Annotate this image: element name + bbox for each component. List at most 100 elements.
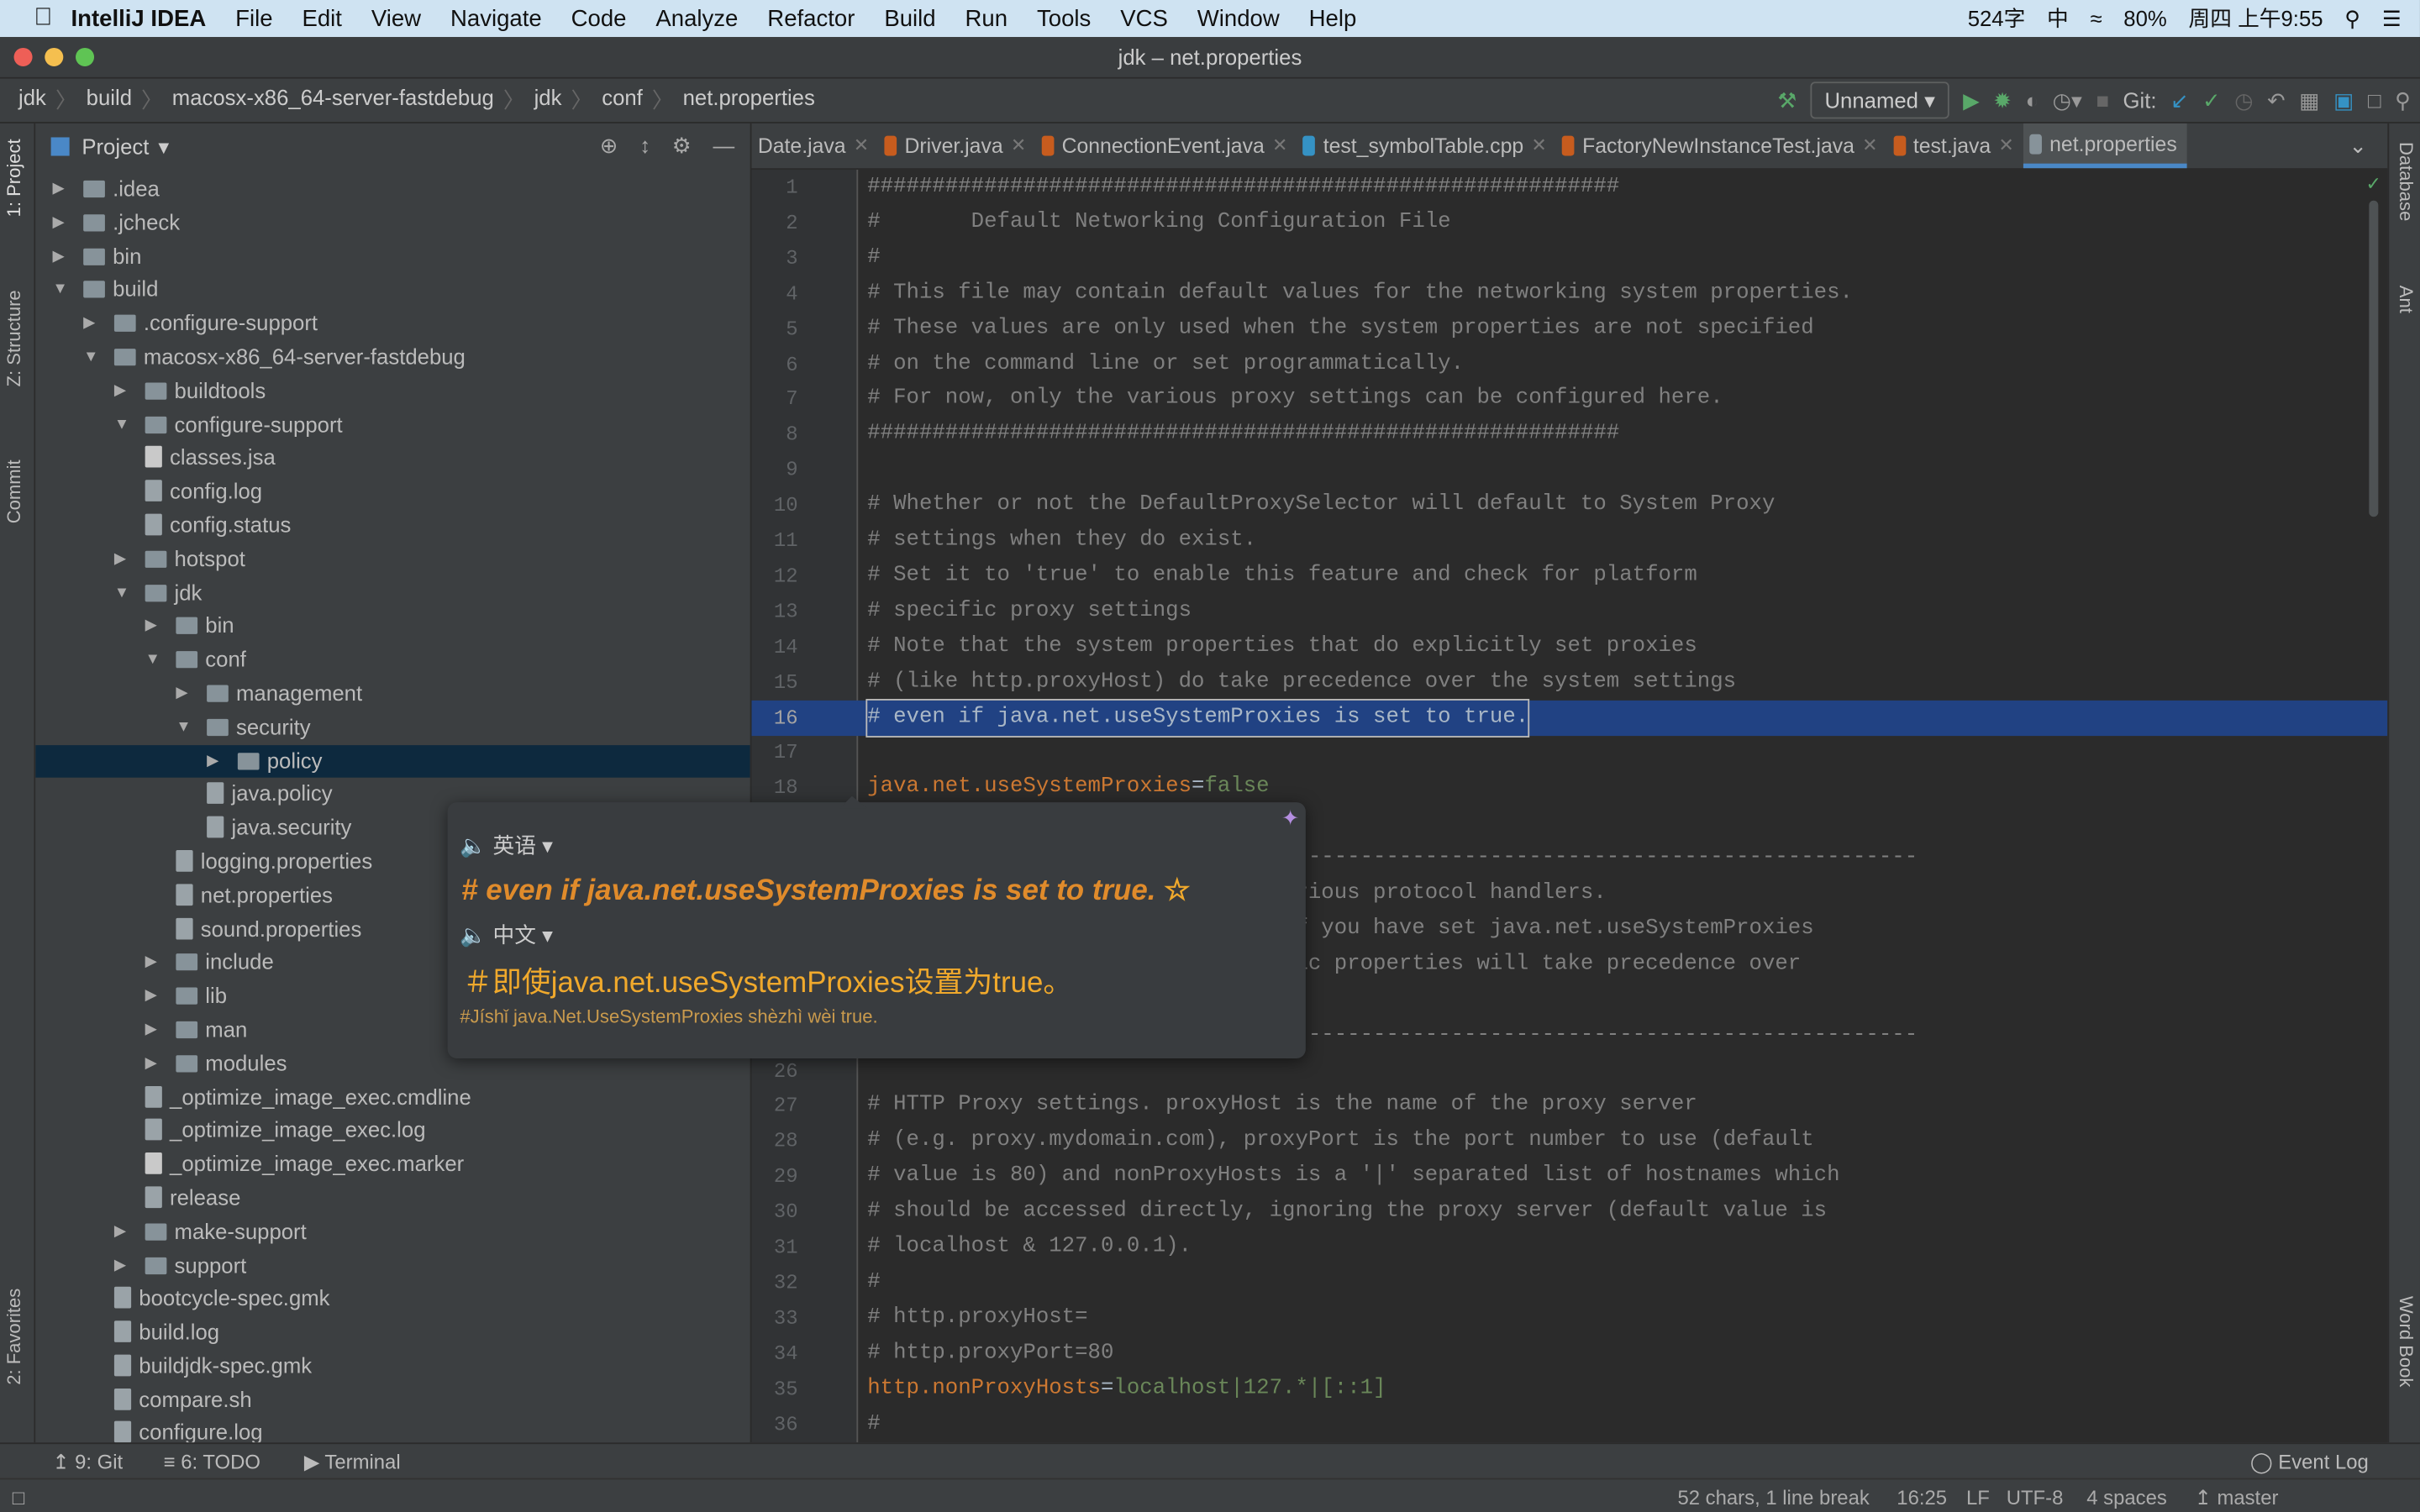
word-count[interactable]: 524字 [1968, 3, 2026, 34]
tree-item[interactable]: ▼ configure-support [35, 408, 750, 442]
translate-icon[interactable]: ▣ [2333, 87, 2354, 113]
close-tab-icon[interactable]: ✕ [1272, 123, 1287, 168]
git-update-icon[interactable]: ↙ [2170, 87, 2189, 113]
editor-scrollbar[interactable] [2369, 200, 2379, 517]
run-icon[interactable]: ▶ [1963, 87, 1980, 113]
tabs-overflow-chevron-icon[interactable]: ⌄ [2349, 133, 2367, 159]
clock[interactable]: 周四 上午9:55 [2188, 3, 2323, 34]
pin-icon[interactable]: ✦ [1281, 806, 1300, 832]
close-tab-icon[interactable]: ✕ [1531, 123, 1546, 168]
locate-icon[interactable]: ⊕ [600, 133, 618, 159]
star-icon[interactable]: ☆ [1164, 874, 1190, 907]
menu-edit[interactable]: Edit [302, 5, 341, 31]
tool-tab-favorites[interactable]: 2: Favorites [3, 1289, 25, 1385]
tree-item[interactable]: ▶ .idea [35, 173, 750, 207]
chevron-down-icon[interactable]: ▼ [145, 643, 160, 677]
tool-tab-ant[interactable]: Ant [2396, 286, 2417, 313]
tree-item[interactable]: ▶ management [35, 677, 750, 711]
chevron-down-icon[interactable]: ▼ [114, 576, 129, 610]
tree-item[interactable]: ▼ build [35, 274, 750, 307]
menu-build[interactable]: Build [884, 5, 935, 31]
line-separator[interactable]: LF [1966, 1486, 1990, 1509]
chevron-right-icon[interactable]: ▶ [52, 173, 64, 207]
tab-test-java[interactable]: test.java ✕ [1887, 123, 2023, 168]
build-hammer-icon[interactable]: ⚒ [1777, 87, 1797, 113]
chevron-right-icon[interactable]: ▶ [145, 1047, 157, 1081]
spotlight-search-icon[interactable]: ⚲ [2344, 5, 2360, 31]
close-tab-icon[interactable]: ✕ [1998, 123, 2013, 168]
tree-item[interactable]: ▶ policy [35, 744, 750, 779]
caret-position[interactable]: 16:25 [1897, 1486, 1947, 1509]
indent-setting[interactable]: 4 spaces [2086, 1486, 2167, 1509]
wifi-icon[interactable]: ≈ [2090, 6, 2102, 30]
menu-vcs[interactable]: VCS [1120, 5, 1168, 31]
tree-item[interactable]: build.log [35, 1316, 750, 1350]
tree-item[interactable]: ▶ bin [35, 240, 750, 274]
tab-date-java[interactable]: Date.java ✕ [751, 123, 878, 168]
menu-window[interactable]: Window [1197, 5, 1280, 31]
chevron-right-icon[interactable]: ▶ [52, 207, 64, 240]
tab-driver-java[interactable]: Driver.java ✕ [878, 123, 1035, 168]
input-method[interactable]: 中 [2047, 3, 2069, 34]
hide-icon[interactable]: — [713, 133, 735, 159]
close-tab-icon[interactable]: ✕ [1862, 123, 1877, 168]
tab-connectionevent-java[interactable]: ConnectionEvent.java ✕ [1035, 123, 1297, 168]
tab-factorynewinstancetest-java[interactable]: FactoryNewInstanceTest.java ✕ [1556, 123, 1887, 168]
tree-item[interactable]: ▶ buildtools [35, 375, 750, 408]
debug-icon[interactable]: ✹ [1993, 87, 2012, 113]
inspection-ok-icon[interactable]: ✓ [2366, 173, 2381, 195]
chevron-right-icon[interactable]: ▶ [145, 980, 157, 1014]
chevron-right-icon[interactable]: ▶ [114, 543, 126, 576]
tool-git[interactable]: ↥ 9: Git [52, 1450, 123, 1474]
tree-item[interactable]: ▼ macosx-x86_64-server-fastdebug [35, 341, 750, 375]
chevron-right-icon[interactable]: ▶ [145, 946, 157, 979]
tree-item[interactable]: buildjdk-spec.gmk [35, 1350, 750, 1383]
tool-tab-structure[interactable]: Z: Structure [3, 290, 25, 386]
chevron-down-icon[interactable]: ▼ [83, 341, 98, 375]
git-commit-icon[interactable]: ✓ [2202, 87, 2221, 113]
breadcrumb-item[interactable]: jdk [525, 85, 571, 116]
tool-tab-word-book[interactable]: Word Book [2396, 1296, 2417, 1388]
breadcrumb-item[interactable]: net.properties [674, 85, 824, 116]
menu-file[interactable]: File [235, 5, 272, 31]
file-encoding[interactable]: UTF-8 [2007, 1486, 2064, 1509]
git-branch[interactable]: ↥ master [2195, 1486, 2279, 1510]
close-tab-icon[interactable]: ✕ [854, 123, 869, 168]
menu-app[interactable]: IntelliJ IDEA [71, 5, 206, 31]
menu-navigate[interactable]: Navigate [450, 5, 542, 31]
close-tab-icon[interactable]: ✕ [1011, 123, 1026, 168]
tree-item[interactable]: _optimize_image_exec.log [35, 1115, 750, 1148]
chevron-right-icon[interactable]: ▶ [207, 744, 218, 778]
tool-tab-commit[interactable]: Commit [3, 459, 25, 523]
tool-event-log[interactable]: ◯ Event Log [2250, 1450, 2369, 1474]
stop-icon[interactable]: ■ [2096, 88, 2109, 113]
menu-view[interactable]: View [371, 5, 421, 31]
tree-item[interactable]: release [35, 1182, 750, 1215]
tree-item[interactable]: _optimize_image_exec.cmdline [35, 1081, 750, 1115]
menu-analyze[interactable]: Analyze [655, 5, 738, 31]
git-history-icon[interactable]: ◷ [2234, 87, 2253, 113]
tree-item[interactable]: ▼ jdk [35, 576, 750, 610]
tool-tab-database[interactable]: Database [2396, 142, 2417, 221]
tree-item[interactable]: config.log [35, 475, 750, 509]
chevron-right-icon[interactable]: ▶ [145, 610, 157, 643]
presentation-icon[interactable]: □ [2368, 88, 2381, 113]
menu-tools[interactable]: Tools [1037, 5, 1091, 31]
tab-net-properties[interactable]: net.properties [2023, 123, 2186, 169]
chevron-down-icon[interactable]: ▼ [176, 711, 191, 744]
tree-item[interactable]: ▶ make-support [35, 1215, 750, 1249]
chevron-right-icon[interactable]: ▶ [83, 307, 95, 341]
tree-item[interactable]: bootcycle-spec.gmk [35, 1283, 750, 1316]
zoom-window-button[interactable] [75, 47, 95, 66]
chevron-right-icon[interactable]: ▶ [176, 677, 187, 711]
close-window-button[interactable] [13, 47, 33, 66]
tab-test_symboltable-cpp[interactable]: test_symbolTable.cpp ✕ [1297, 123, 1555, 168]
tool-terminal[interactable]: ▶ Terminal [304, 1450, 401, 1474]
notification-icon[interactable]: ☰ [2382, 5, 2402, 31]
chevron-down-icon[interactable]: ▼ [52, 274, 67, 307]
chevron-right-icon[interactable]: ▶ [114, 1215, 126, 1249]
tree-item[interactable]: classes.jsa [35, 442, 750, 475]
tree-item[interactable]: _optimize_image_exec.marker [35, 1148, 750, 1182]
chevron-right-icon[interactable]: ▶ [52, 240, 64, 274]
apple-icon[interactable]:  [34, 5, 52, 33]
